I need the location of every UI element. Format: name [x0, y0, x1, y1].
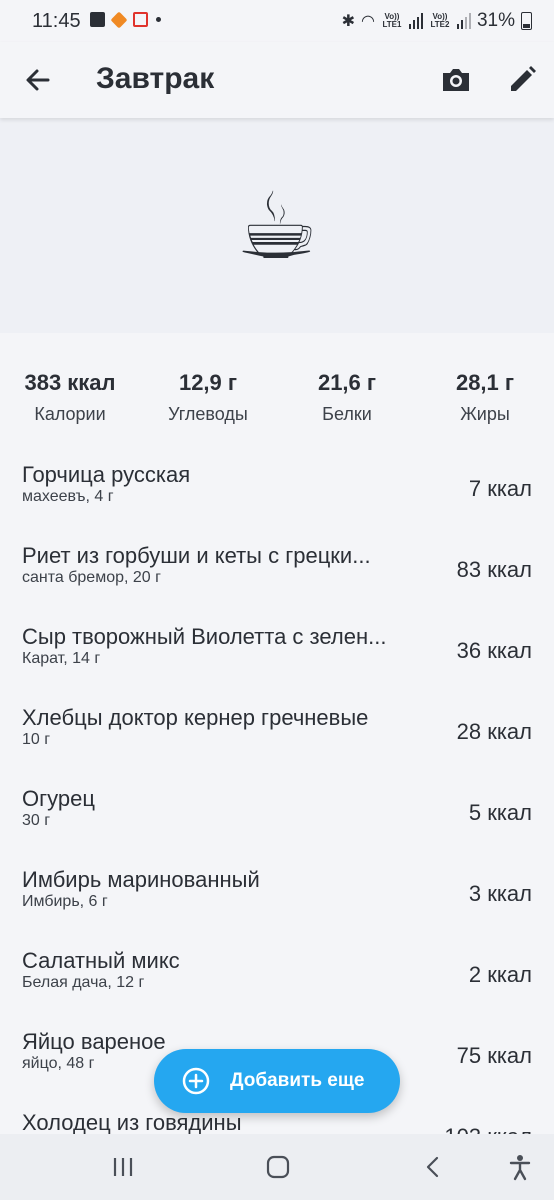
food-kcal: 83 ккал	[456, 557, 532, 582]
carbs-label: Углеводы	[168, 404, 248, 424]
accessibility-icon	[509, 1155, 531, 1181]
accessibility-button[interactable]	[505, 1152, 535, 1182]
home-button[interactable]	[263, 1152, 293, 1182]
recent-apps-button[interactable]	[108, 1152, 138, 1182]
list-item[interactable]: Салатный микс Белая дача, 12 г 2 ккал	[0, 938, 554, 1018]
battery-percent: 31%	[476, 10, 515, 31]
food-kcal: 3 ккал	[468, 881, 532, 906]
system-nav-bar	[0, 1134, 554, 1200]
list-item[interactable]: Огурец 30 г 5 ккал	[0, 776, 554, 856]
sim1-icon: Vo)) LTE1	[382, 12, 402, 29]
food-detail: Карат, 14 г	[22, 650, 101, 667]
battery-icon	[521, 12, 532, 30]
camera-icon	[443, 69, 469, 91]
list-item[interactable]: Сыр творожный Виолетта с зелен... Карат,…	[0, 614, 554, 694]
mail-notification-icon	[133, 12, 148, 27]
home-icon	[266, 1155, 290, 1179]
food-name: Салатный микс	[22, 948, 180, 973]
calories-value: 383 ккал	[24, 370, 116, 395]
status-bar: 11:45 ✱ ◠ Vo)) LTE1 Vo)) LTE2 31%	[0, 0, 554, 42]
protein-value: 21,6 г	[317, 370, 377, 395]
nutrition-summary: 383 ккал Калории 12,9 г Углеводы 21,6 г …	[0, 370, 554, 430]
meal-image[interactable]: ☕	[0, 118, 554, 333]
sim2-icon: Vo)) LTE2	[430, 12, 450, 29]
plus-circle-icon	[182, 1067, 210, 1095]
food-kcal: 7 ккал	[468, 476, 532, 501]
food-name: Горчица русская	[22, 462, 191, 487]
more-notifications-icon	[156, 17, 161, 22]
signal-1-icon	[408, 13, 423, 29]
food-name: Хлебцы доктор кернер гречневые	[22, 705, 369, 730]
signal-2-icon	[456, 13, 471, 29]
chevron-left-icon	[426, 1156, 439, 1178]
wifi-icon: ◠	[361, 13, 375, 30]
calories-label: Калории	[34, 404, 106, 424]
edit-button[interactable]	[504, 62, 540, 98]
protein-label: Белки	[322, 404, 372, 424]
add-more-label: Добавить еще	[230, 1070, 365, 1091]
food-kcal: 75 ккал	[456, 1043, 532, 1068]
system-back-button[interactable]	[418, 1152, 448, 1182]
summary-protein: 21,6 г Белки	[277, 370, 417, 425]
pencil-icon	[511, 66, 536, 91]
app-bar: Завтрак	[0, 42, 554, 118]
back-arrow-icon	[26, 69, 50, 91]
food-detail: санта бремор, 20 г	[22, 569, 161, 586]
food-kcal: 2 ккал	[468, 962, 532, 987]
food-name: Холодец из говядины	[22, 1110, 242, 1135]
back-button[interactable]	[20, 62, 56, 98]
fat-label: Жиры	[460, 404, 510, 424]
food-detail: 10 г	[22, 731, 51, 748]
recent-apps-icon	[113, 1158, 133, 1176]
bluetooth-icon: ✱	[341, 13, 355, 30]
summary-calories: 383 ккал Калории	[0, 370, 140, 425]
food-detail: 30 г	[22, 812, 51, 829]
list-item[interactable]: Горчица русская махеевъ, 4 г 7 ккал	[0, 452, 554, 532]
food-name: Риет из горбуши и кеты с грецки...	[22, 543, 371, 568]
food-detail: Белая дача, 12 г	[22, 974, 145, 991]
gallery-notification-icon	[90, 12, 105, 27]
notification-icons	[90, 11, 161, 28]
carbs-value: 12,9 г	[178, 370, 238, 395]
camera-button[interactable]	[438, 62, 474, 98]
fat-value: 28,1 г	[455, 370, 515, 395]
coffee-cup-icon: ☕	[235, 175, 319, 278]
status-time: 11:45	[32, 10, 81, 32]
food-detail: Имбирь, 6 г	[22, 893, 108, 910]
food-name: Сыр творожный Виолетта с зелен...	[22, 624, 387, 649]
page-title: Завтрак	[96, 62, 215, 95]
list-item[interactable]: Хлебцы доктор кернер гречневые 10 г 28 к…	[0, 695, 554, 775]
list-item[interactable]: Имбирь маринованный Имбирь, 6 г 3 ккал	[0, 857, 554, 937]
food-kcal: 36 ккал	[456, 638, 532, 663]
food-name: Имбирь маринованный	[22, 867, 260, 892]
food-kcal: 5 ккал	[468, 800, 532, 825]
add-more-button[interactable]: Добавить еще	[154, 1049, 400, 1113]
list-item[interactable]: Риет из горбуши и кеты с грецки... санта…	[0, 533, 554, 613]
food-kcal: 28 ккал	[456, 719, 532, 744]
app-notification-icon	[110, 11, 128, 28]
summary-fat: 28,1 г Жиры	[415, 370, 554, 425]
food-detail: махеевъ, 4 г	[22, 488, 114, 505]
food-detail: яйцо, 48 г	[22, 1055, 95, 1072]
summary-carbs: 12,9 г Углеводы	[138, 370, 278, 425]
system-icons: ✱ ◠ Vo)) LTE1 Vo)) LTE2 31%	[342, 10, 532, 32]
food-name: Огурец	[22, 786, 95, 811]
